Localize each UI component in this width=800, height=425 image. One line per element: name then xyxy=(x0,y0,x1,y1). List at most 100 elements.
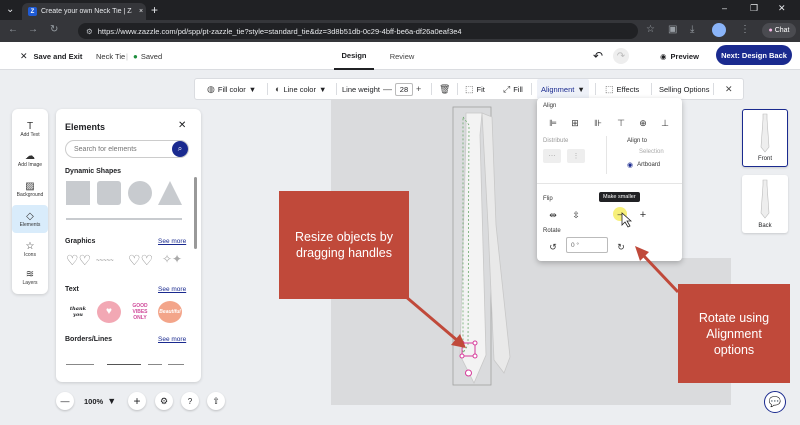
tab-review[interactable]: Review xyxy=(384,42,420,70)
rounded-square-shape[interactable] xyxy=(97,181,121,205)
url-field[interactable]: ⚙ https://www.zazzle.com/pd/spp/pt-zazzl… xyxy=(78,23,638,39)
align-center-h-icon[interactable]: ⊞ xyxy=(569,117,581,129)
line-shape[interactable] xyxy=(66,218,182,220)
close-window-button[interactable]: ✕ xyxy=(778,3,786,14)
fit-button[interactable]: ⬚ Fit xyxy=(465,79,485,99)
panel-scrollbar[interactable] xyxy=(194,177,197,249)
border-line-1[interactable] xyxy=(66,364,94,365)
zoom-out-button[interactable]: — xyxy=(56,392,74,410)
search-icon[interactable]: ⌕ xyxy=(172,141,188,157)
download-icon[interactable]: ⤓ xyxy=(690,24,694,35)
rail-add-text[interactable]: T Add Text xyxy=(12,115,48,143)
site-info-icon[interactable]: ⚙ xyxy=(86,27,93,36)
chat-button[interactable]: ● Chat xyxy=(762,23,796,38)
elements-search-input[interactable] xyxy=(65,140,189,158)
minus-icon[interactable]: — xyxy=(383,84,392,94)
tab-design[interactable]: Design xyxy=(334,42,374,70)
forward-icon[interactable]: → xyxy=(28,24,38,35)
script-graphic[interactable]: ~~~~~ xyxy=(96,258,114,264)
browser-tab[interactable]: Z Create your own Neck Tie | Zazzle × xyxy=(22,3,146,20)
flip-vertical-icon[interactable]: ⇳ xyxy=(570,209,582,221)
rotate-angle-input[interactable]: 0 ° xyxy=(566,237,608,253)
background-icon: ▨ xyxy=(25,180,35,192)
caret-down-icon: ▼ xyxy=(107,396,117,406)
preview-button[interactable]: ◉ Preview xyxy=(660,42,699,70)
help-icon[interactable]: ? xyxy=(181,392,199,410)
circle-shape[interactable] xyxy=(128,181,152,205)
hearts-graphic[interactable]: ♡♡ xyxy=(66,252,91,269)
panel-close-icon[interactable]: ✕ xyxy=(178,120,186,131)
align-to-selection-option[interactable]: Selection xyxy=(639,149,664,155)
next-design-back-button[interactable]: Next: Design Back xyxy=(716,45,792,65)
support-chat-icon[interactable]: 💬 xyxy=(764,391,786,413)
rings-graphic[interactable]: ♡♡ xyxy=(128,252,153,269)
chat-label: Chat xyxy=(774,27,790,34)
border-line-4[interactable] xyxy=(168,364,184,365)
border-line-2[interactable] xyxy=(107,364,141,365)
flip-horizontal-icon[interactable]: ⇹ xyxy=(547,209,559,221)
sparkle-graphic[interactable]: ✧✦ xyxy=(162,252,182,266)
align-bottom-icon[interactable]: ⊥ xyxy=(659,117,671,129)
rotate-right-icon[interactable]: ↻ xyxy=(615,241,627,253)
minimize-button[interactable]: – xyxy=(722,3,727,13)
zoom-in-button[interactable]: + xyxy=(128,392,146,410)
redo-icon[interactable]: ↷ xyxy=(613,48,629,64)
rail-elements[interactable]: ◇ Elements xyxy=(12,205,48,233)
undo-icon[interactable]: ↶ xyxy=(593,42,603,70)
text-see-more-link[interactable]: See more xyxy=(158,286,186,293)
heart-text-art[interactable]: ♥ xyxy=(97,301,121,323)
selling-options-button[interactable]: Selling Options xyxy=(659,79,709,99)
make-larger-button[interactable]: + xyxy=(637,209,649,221)
align-right-icon[interactable]: ⊪ xyxy=(592,117,604,129)
align-middle-v-icon[interactable]: ⊕ xyxy=(637,117,649,129)
rail-layers[interactable]: ≋ Layers xyxy=(12,263,48,291)
toolbar-divider xyxy=(457,83,458,95)
back-icon[interactable]: ← xyxy=(8,24,18,35)
rotate-left-icon[interactable]: ↺ xyxy=(547,241,559,253)
save-exit-button[interactable]: ✕ Save and Exit xyxy=(20,42,82,70)
bookmark-star-icon[interactable]: ☆ xyxy=(646,24,655,35)
menu-dots-icon[interactable]: ⋮ xyxy=(740,24,750,35)
thank-you-text-art[interactable]: thank you xyxy=(66,301,90,323)
share-icon[interactable]: ⇧ xyxy=(207,392,225,410)
border-line-3[interactable] xyxy=(148,364,162,365)
extensions-icon[interactable]: ▣ xyxy=(668,24,677,35)
rail-label: Add Image xyxy=(17,161,43,168)
settings-gear-icon[interactable]: ⚙ xyxy=(155,392,173,410)
section-borders-lines: Borders/Lines xyxy=(65,336,113,343)
delete-icon[interactable]: 🗑 xyxy=(439,79,450,99)
maximize-button[interactable]: ❐ xyxy=(750,3,758,14)
fill-button[interactable]: ⤢ Fill xyxy=(503,79,523,99)
plus-icon[interactable]: + xyxy=(416,84,421,94)
fill-color-dropdown[interactable]: ◍ Fill color ▼ xyxy=(207,79,256,99)
rail-add-image[interactable]: ☁ Add Image xyxy=(12,145,48,173)
line-color-icon: ◐ xyxy=(275,84,281,94)
new-tab-button[interactable]: + xyxy=(151,3,158,17)
tab-search-icon[interactable]: ⌄ xyxy=(6,4,14,15)
image-icon: ☁ xyxy=(25,150,35,162)
toolbar-close-icon[interactable]: ✕ xyxy=(725,79,733,99)
neck-tie-product[interactable] xyxy=(430,105,530,395)
beautiful-text-art[interactable]: Beautiful xyxy=(158,301,182,323)
good-vibes-text-art[interactable]: GOOD VIBES ONLY xyxy=(128,301,152,323)
alignment-dropdown[interactable]: Alignment ▼ xyxy=(537,79,589,99)
align-to-artboard-option[interactable]: ◉ Artboard xyxy=(627,161,660,169)
align-top-icon[interactable]: ⊤ xyxy=(615,117,627,129)
rail-background[interactable]: ▨ Background xyxy=(12,175,48,203)
line-color-dropdown[interactable]: ◐ Line color ▼ xyxy=(275,79,326,99)
profile-avatar[interactable] xyxy=(712,23,726,37)
square-shape[interactable] xyxy=(66,181,90,205)
triangle-shape[interactable] xyxy=(158,181,182,205)
zazzle-favicon-icon: Z xyxy=(28,7,37,16)
align-left-icon[interactable]: ⊫ xyxy=(547,117,559,129)
rail-icons[interactable]: ☆ Icons xyxy=(12,235,48,263)
line-weight-input[interactable]: 28 xyxy=(394,82,413,96)
effects-button[interactable]: ⬚ Effects xyxy=(605,79,639,99)
graphics-see-more-link[interactable]: See more xyxy=(158,238,186,245)
borders-see-more-link[interactable]: See more xyxy=(158,336,186,343)
zoom-dropdown[interactable]: 100% ▼ xyxy=(84,392,116,410)
toolbar-divider xyxy=(595,83,596,95)
tab-close-icon[interactable]: × xyxy=(136,8,146,15)
reload-icon[interactable]: ↻ xyxy=(50,24,58,35)
back-label: Back xyxy=(758,223,772,229)
